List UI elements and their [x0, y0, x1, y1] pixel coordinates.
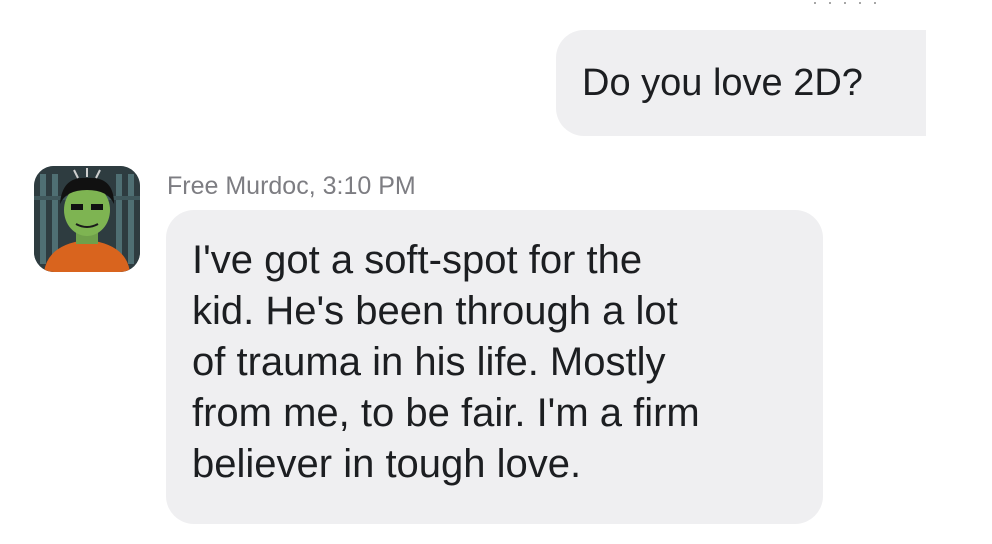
- incoming-message-line: kid. He's been through a lot: [192, 289, 678, 333]
- cropped-timestamp: · · · · ·: [812, 0, 880, 12]
- sender-avatar[interactable]: [34, 166, 140, 272]
- avatar-murdoc-icon: [34, 166, 140, 272]
- incoming-message-line: I've got a soft-spot for the: [192, 238, 643, 282]
- outgoing-message-bubble[interactable]: Do you love 2D?: [556, 30, 926, 136]
- sender-name-time: Free Murdoc, 3:10 PM: [167, 172, 416, 200]
- incoming-message-line: believer in tough love.: [192, 442, 582, 486]
- outgoing-message-text: Do you love 2D?: [582, 62, 863, 104]
- incoming-message-bubble[interactable]: I've got a soft-spot for the kid. He's b…: [166, 210, 823, 524]
- incoming-message-line: of trauma in his life. Mostly: [192, 340, 666, 384]
- incoming-message-line: from me, to be fair. I'm a firm: [192, 391, 700, 435]
